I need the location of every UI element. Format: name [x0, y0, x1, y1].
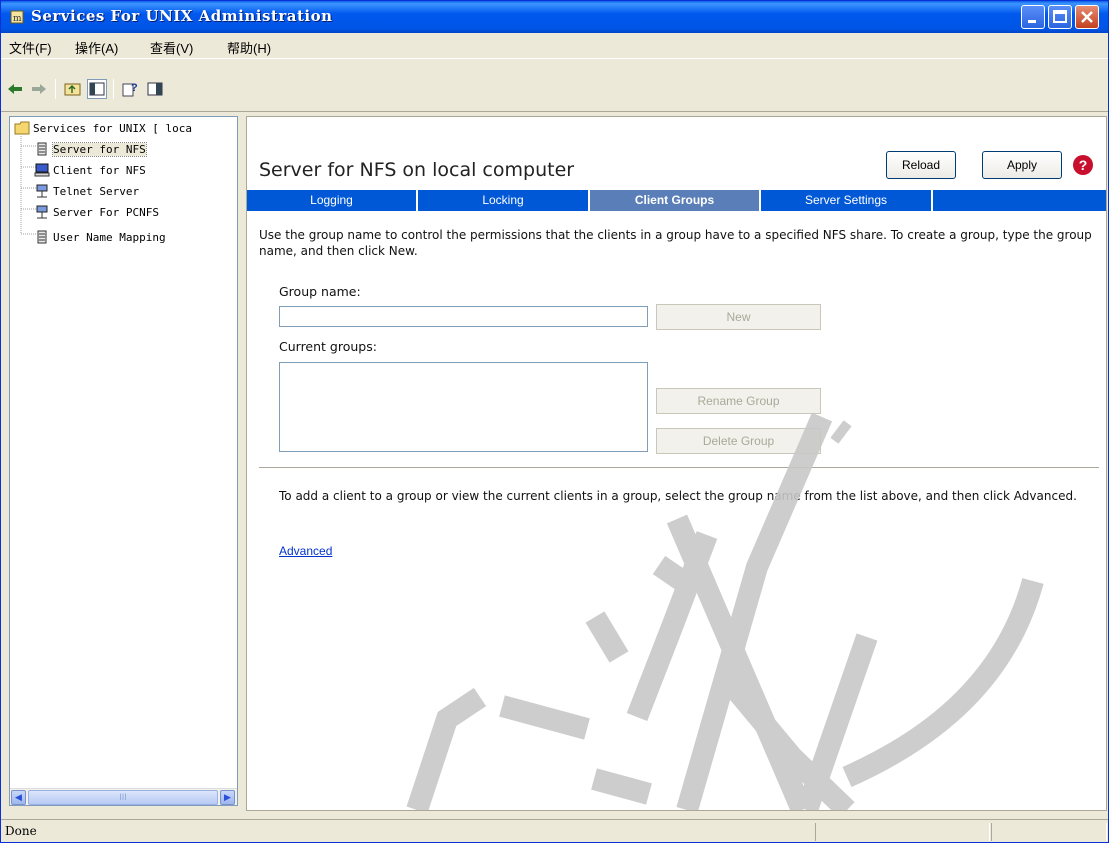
up-level-button[interactable]	[63, 79, 83, 99]
close-icon	[1081, 11, 1093, 23]
forward-arrow-icon	[32, 84, 46, 94]
scroll-right-button[interactable]: ▶	[220, 790, 235, 805]
advanced-link[interactable]: Advanced	[279, 544, 332, 558]
page-title: Server for NFS on local computer	[259, 159, 575, 181]
current-groups-list[interactable]	[279, 362, 648, 452]
section-divider	[259, 467, 1099, 469]
console-tree[interactable]: Services for UNIX [ loca Server for NFS …	[9, 116, 238, 806]
tree-item-server-for-nfs[interactable]: Server for NFS	[34, 141, 147, 157]
app-window: m Services For UNIX Administration 文件(F)…	[0, 0, 1109, 843]
close-button[interactable]	[1075, 5, 1099, 29]
menu-view[interactable]: 查看(V)	[150, 38, 193, 57]
network-computer-icon	[36, 184, 48, 198]
show-hide-tree-button[interactable]	[87, 79, 107, 99]
reload-button[interactable]: Reload	[886, 151, 956, 179]
up-folder-icon	[64, 83, 81, 96]
app-icon: m	[10, 10, 24, 24]
tree-item-telnet-server[interactable]: Telnet Server	[34, 183, 139, 199]
minimize-button[interactable]	[1021, 5, 1045, 29]
watermark-logo	[406, 412, 1044, 810]
help-icon[interactable]: ?	[1073, 155, 1093, 175]
tree-item-client-for-nfs[interactable]: Client for NFS	[34, 162, 146, 178]
menu-help[interactable]: 帮助(H)	[227, 38, 271, 57]
tab-logging[interactable]: Logging	[247, 190, 418, 211]
help-icon: ?	[122, 82, 138, 97]
apply-button[interactable]: Apply	[982, 151, 1062, 179]
back-button[interactable]	[5, 79, 25, 99]
chevron-right-icon: ▶	[224, 792, 231, 802]
client-groups-description: Use the group name to control the permis…	[259, 228, 1092, 258]
tree-root-label: Services for UNIX [ loca	[33, 121, 192, 135]
tab-bar: Logging Locking Client Groups Server Set…	[247, 190, 1106, 211]
scroll-thumb[interactable]: III	[28, 790, 218, 805]
back-arrow-icon	[8, 84, 22, 94]
console-button[interactable]	[145, 79, 165, 99]
status-bar: Done	[1, 819, 1108, 842]
toolbar: ?	[1, 60, 1108, 112]
details-pane: Server for NFS on local computer Reload …	[246, 116, 1107, 811]
menu-file[interactable]: 文件(F)	[9, 38, 52, 57]
server-icon	[37, 142, 47, 156]
svg-text:?: ?	[131, 82, 138, 94]
tree-item-user-name-mapping[interactable]: User Name Mapping	[34, 229, 166, 245]
tree-horizontal-scrollbar[interactable]: ◀ III ▶	[10, 788, 237, 805]
scroll-left-button[interactable]: ◀	[11, 790, 26, 805]
group-name-input[interactable]	[279, 306, 648, 327]
chevron-left-icon: ◀	[15, 792, 22, 802]
help-toolbar-button[interactable]: ?	[121, 79, 141, 99]
rename-group-button[interactable]: Rename Group	[656, 388, 821, 414]
maximize-button[interactable]	[1048, 5, 1072, 29]
console-icon	[147, 82, 163, 96]
menu-bar: 文件(F) 操作(A) 查看(V) 帮助(H)	[1, 33, 1108, 59]
tab-server-settings[interactable]: Server Settings	[761, 190, 933, 211]
status-cell	[815, 823, 990, 841]
computer-icon	[34, 163, 50, 177]
group-name-label: Group name:	[279, 284, 361, 299]
current-groups-label: Current groups:	[279, 339, 377, 354]
server-icon	[37, 230, 47, 244]
folder-icon	[14, 121, 30, 135]
tab-client-groups[interactable]: Client Groups	[590, 190, 761, 211]
menu-action[interactable]: 操作(A)	[75, 38, 118, 57]
network-computer-icon	[36, 205, 48, 219]
forward-button[interactable]	[29, 79, 49, 99]
new-button[interactable]: New	[656, 304, 821, 330]
show-tree-icon	[89, 82, 105, 96]
maximize-icon	[1053, 10, 1067, 23]
status-text: Done	[5, 824, 37, 838]
delete-group-button[interactable]: Delete Group	[656, 428, 821, 454]
minimize-icon	[1028, 20, 1036, 23]
title-bar[interactable]: m Services For UNIX Administration	[1, 1, 1108, 33]
tree-root[interactable]: Services for UNIX [ loca	[14, 120, 192, 136]
status-cell	[991, 823, 1107, 841]
advanced-description: To add a client to a group or view the c…	[279, 489, 1077, 503]
tree-item-server-for-pcnfs[interactable]: Server For PCNFS	[34, 204, 159, 220]
tab-locking[interactable]: Locking	[418, 190, 590, 211]
window-title: Services For UNIX Administration	[31, 7, 333, 25]
svg-text:m: m	[13, 14, 22, 24]
